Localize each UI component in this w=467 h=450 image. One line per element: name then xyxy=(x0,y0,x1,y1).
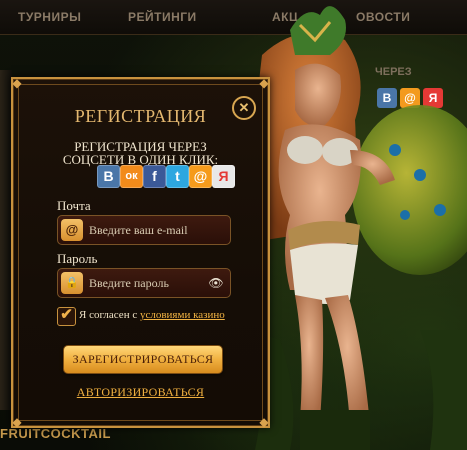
yandex-icon[interactable]: Я xyxy=(212,165,235,188)
terms-link[interactable]: условиями казино xyxy=(140,309,225,321)
corner-ornament-icon: ◆ xyxy=(12,76,22,90)
vk-icon[interactable]: В xyxy=(97,165,120,188)
email-label: Почта xyxy=(57,198,91,213)
email-field-wrapper: @ xyxy=(57,215,231,245)
terms-checkbox[interactable]: ✔ xyxy=(57,307,76,326)
at-icon: @ xyxy=(61,219,83,241)
mailru-icon[interactable]: @ xyxy=(189,165,212,188)
password-field-wrapper: 🔒 👁 xyxy=(57,268,231,298)
password-input[interactable] xyxy=(89,269,209,297)
corner-ornament-icon: ◆ xyxy=(12,415,22,429)
corner-ornament-icon: ◆ xyxy=(259,76,269,90)
register-button[interactable]: ЗАРЕГИСТРИРОВАТЬСЯ xyxy=(63,345,223,374)
twitter-icon[interactable]: t xyxy=(166,165,189,188)
odnoklassniki-icon[interactable]: ок xyxy=(120,165,143,188)
modal-title: РЕГИСТРАЦИЯ xyxy=(74,106,207,126)
login-link[interactable]: АВТОРИЗИРОВАТЬСЯ xyxy=(13,385,268,400)
corner-ornament-icon: ◆ xyxy=(259,415,269,429)
social-registration-heading: РЕГИСТРАЦИЯ ЧЕРЕЗ СОЦСЕТИ В ОДИН КЛИК: xyxy=(13,140,268,166)
terms-text: Я согласен с условиями казино xyxy=(79,309,239,322)
email-input[interactable] xyxy=(89,216,209,244)
registration-modal: ◆ ◆ ◆ ◆ РЕГИСТРАЦИЯ ✕ РЕГИСТРАЦИЯ ЧЕРЕЗ … xyxy=(11,77,270,428)
facebook-icon[interactable]: f xyxy=(143,165,166,188)
close-icon[interactable]: ✕ xyxy=(232,96,256,120)
password-label: Пароль xyxy=(57,251,98,266)
terms-prefix: Я согласен с xyxy=(79,309,140,321)
lock-icon: 🔒 xyxy=(61,272,83,294)
bottom-logo: FRUITCOCKTAIL xyxy=(0,426,111,441)
eye-icon[interactable]: 👁 xyxy=(208,276,224,290)
